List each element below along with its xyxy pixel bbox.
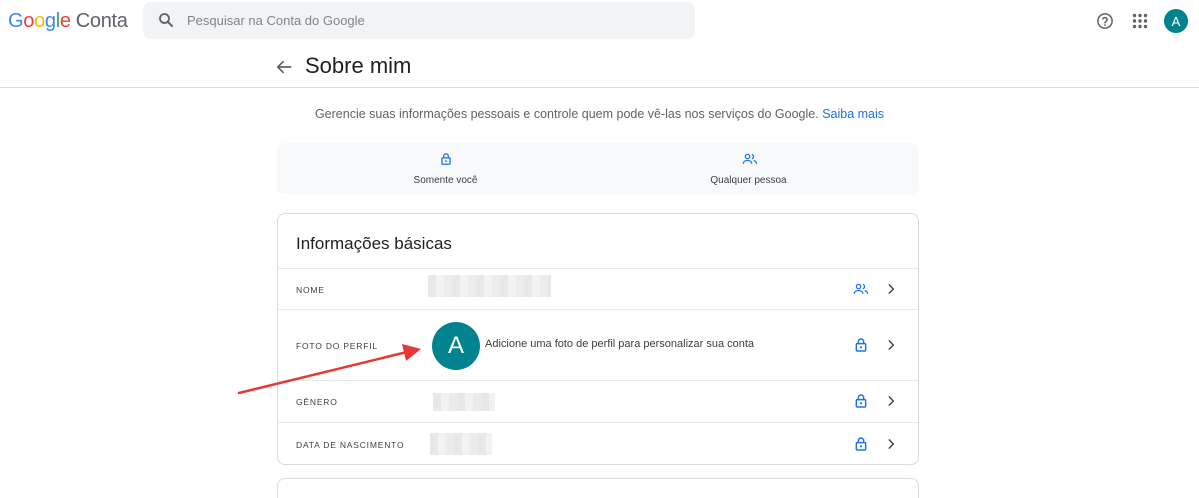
logo-letter: o <box>23 10 35 32</box>
legend-anyone: Qualquer pessoa <box>588 143 909 194</box>
row-birthday[interactable]: DATA DE NASCIMENTO <box>278 422 918 464</box>
card-title: Informações básicas <box>296 234 452 253</box>
basic-info-card: Informações básicas NOME FOTO DO PERFIL … <box>277 213 919 465</box>
learn-more-link[interactable]: Saiba mais <box>822 107 884 121</box>
redacted-birthday <box>430 433 492 455</box>
next-card-edge <box>277 478 919 498</box>
chevron-right-icon <box>888 284 895 294</box>
logo-suffix: Conta <box>75 10 128 32</box>
redacted-gender <box>433 393 495 411</box>
legend-label: Somente você <box>413 175 478 186</box>
profile-avatar[interactable]: A <box>432 322 480 370</box>
people-icon <box>742 153 757 164</box>
search-input[interactable] <box>187 2 677 39</box>
annotation-arrow-icon <box>237 344 421 395</box>
row-name[interactable]: NOME <box>278 268 918 309</box>
intro-text: Gerencie suas informações pessoais e con… <box>0 107 1199 121</box>
row-label: NOME <box>296 285 325 295</box>
legend-only-you: Somente você <box>285 143 606 194</box>
apps-grid-icon <box>1132 13 1148 29</box>
redacted-name <box>428 275 551 297</box>
header-divider <box>0 87 1199 88</box>
logo-letter: o <box>34 10 45 32</box>
visibility-legend: Somente você Qualquer pessoa <box>277 143 919 194</box>
people-icon <box>853 283 869 294</box>
row-label: DATA DE NASCIMENTO <box>296 440 405 450</box>
lock-icon <box>440 153 451 165</box>
google-account-logo[interactable]: Google Conta <box>8 10 128 33</box>
page-title: Sobre mim <box>305 53 412 78</box>
lock-icon <box>855 437 867 451</box>
logo-letter: e <box>59 10 71 32</box>
search-icon <box>159 13 173 27</box>
search-box[interactable] <box>143 2 695 39</box>
back-arrow-icon[interactable] <box>274 57 294 77</box>
intro-description: Gerencie suas informações pessoais e con… <box>314 107 819 121</box>
app-header: GoogleConta A <box>0 0 1199 42</box>
lock-icon <box>855 338 867 352</box>
chevron-right-icon <box>888 439 895 449</box>
logo-letter: G <box>8 10 24 32</box>
profile-photo-hint: Adicione uma foto de perfil para persona… <box>485 338 755 350</box>
chevron-right-icon <box>888 340 895 350</box>
chevron-right-icon <box>888 396 895 406</box>
logo-letter: g <box>44 10 56 32</box>
help-circle-icon <box>1097 13 1113 29</box>
help-button[interactable] <box>1093 9 1117 33</box>
legend-label: Qualquer pessoa <box>710 175 787 186</box>
apps-button[interactable] <box>1128 9 1152 33</box>
lock-icon <box>855 394 867 408</box>
account-avatar[interactable]: A <box>1164 9 1188 33</box>
